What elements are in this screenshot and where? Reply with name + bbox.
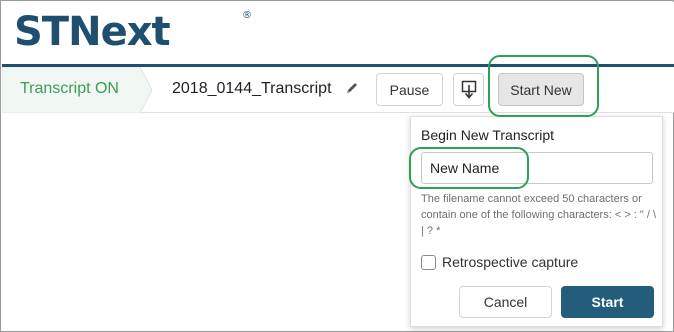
transcript-status-label: Transcript ON: [20, 80, 119, 97]
retrospective-capture-label[interactable]: Retrospective capture: [442, 254, 578, 270]
download-icon: [461, 80, 476, 99]
retrospective-capture-row[interactable]: Retrospective capture: [421, 253, 578, 271]
download-button[interactable]: [453, 73, 484, 106]
window-frame: STNext ® Transcript ON 2018_0144_Transcr…: [0, 0, 674, 332]
brand-bar: STNext ®: [2, 2, 674, 64]
cancel-button[interactable]: Cancel: [459, 286, 552, 318]
registered-mark: ®: [242, 10, 252, 21]
pencil-icon[interactable]: [345, 81, 359, 95]
pause-button[interactable]: Pause: [376, 73, 443, 106]
retrospective-capture-checkbox[interactable]: [421, 254, 436, 270]
popup-title: Begin New Transcript: [421, 127, 555, 143]
transcript-status-chip: Transcript ON: [2, 67, 152, 113]
stnext-logo: STNext: [14, 9, 171, 55]
transcript-name-input[interactable]: [421, 152, 653, 184]
transcript-filename: 2018_0144_Transcript: [172, 80, 332, 97]
filename-hint: The filename cannot exceed 50 characters…: [421, 193, 657, 237]
start-button[interactable]: Start: [561, 286, 654, 318]
start-new-button[interactable]: Start New: [498, 73, 584, 106]
begin-new-transcript-popup: Begin New Transcript The filename cannot…: [410, 116, 663, 327]
transcript-toolbar: Transcript ON 2018_0144_Transcript Pause…: [2, 67, 674, 113]
